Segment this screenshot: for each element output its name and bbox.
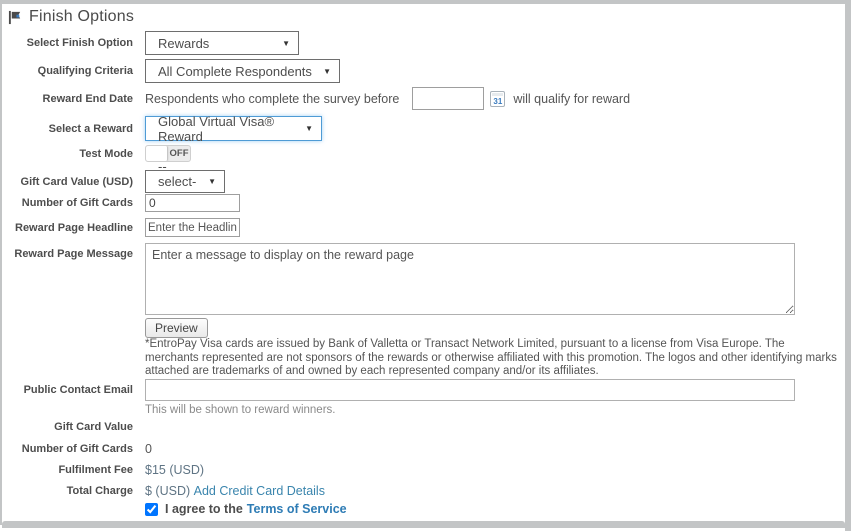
row-public-contact-email: Public Contact Email This will be shown … <box>2 379 841 416</box>
reward-page-headline-input[interactable] <box>145 218 240 237</box>
summary-number-of-gift-cards-label: Number of Gift Cards <box>2 443 133 455</box>
reward-page-message-label: Reward Page Message <box>2 243 133 260</box>
row-gift-card-value: Gift Card Value (USD) --select-- ▼ <box>2 170 841 193</box>
flag-icon <box>8 10 23 25</box>
select-a-reward-label: Select a Reward <box>2 123 133 135</box>
fulfilment-fee-label: Fulfilment Fee <box>2 464 133 476</box>
reward-page-message-textarea[interactable] <box>145 243 795 315</box>
row-select-a-reward: Select a Reward Global Virtual Visa® Rew… <box>2 116 841 141</box>
select-a-reward-dropdown[interactable]: Global Virtual Visa® Reward ▼ <box>145 116 322 141</box>
qualifying-criteria-dropdown[interactable]: All Complete Respondents ▼ <box>145 59 340 83</box>
row-total-charge: Total Charge $ (USD) Add Credit Card Det… <box>2 484 841 498</box>
reward-end-date-suffix: will qualify for reward <box>513 92 630 106</box>
page-header: Finish Options <box>8 8 134 26</box>
horizontal-scrollbar[interactable] <box>2 521 845 528</box>
terms-agreement-checkbox[interactable] <box>145 503 158 516</box>
number-of-gift-cards-input[interactable] <box>145 194 240 212</box>
chevron-down-icon: ▼ <box>323 67 331 76</box>
reward-page-headline-label: Reward Page Headline <box>2 222 133 234</box>
finish-options-panel: Finish Options Select Finish Option Rewa… <box>0 0 851 531</box>
row-preview: Preview <box>2 318 841 338</box>
row-reward-page-message: Reward Page Message <box>2 243 841 315</box>
total-charge-label: Total Charge <box>2 485 133 497</box>
chevron-down-icon: ▼ <box>282 39 290 48</box>
select-finish-option-value: Rewards <box>158 36 209 51</box>
row-test-mode: Test Mode OFF <box>2 145 841 162</box>
select-finish-option-label: Select Finish Option <box>2 37 133 49</box>
chevron-down-icon: ▼ <box>208 177 216 186</box>
public-contact-email-input[interactable] <box>145 379 795 401</box>
agreement-text: I agree to the <box>165 502 243 516</box>
frame-border-top <box>0 0 851 4</box>
row-reward-end-date: Reward End Date Respondents who complete… <box>2 87 841 110</box>
summary-number-of-gift-cards: 0 <box>145 442 152 456</box>
row-number-of-gift-cards: Number of Gift Cards <box>2 194 841 212</box>
summary-gift-card-value-label: Gift Card Value <box>2 421 133 433</box>
row-qualifying-criteria: Qualifying Criteria All Complete Respond… <box>2 59 841 83</box>
calendar-icon[interactable]: 31 <box>490 91 505 107</box>
gift-card-value-dropdown[interactable]: --select-- ▼ <box>145 170 225 193</box>
row-summary-number-of-gift-cards: Number of Gift Cards 0 <box>2 442 841 456</box>
row-reward-page-headline: Reward Page Headline <box>2 218 841 237</box>
add-credit-card-details-link[interactable]: Add Credit Card Details <box>194 484 325 498</box>
entropay-disclaimer-text: *EntroPay Visa cards are issued by Bank … <box>145 338 841 379</box>
reward-end-date-label: Reward End Date <box>2 93 133 105</box>
public-contact-email-helper: This will be shown to reward winners. <box>145 404 795 416</box>
vertical-scrollbar[interactable] <box>845 0 851 531</box>
select-a-reward-value: Global Virtual Visa® Reward <box>158 114 295 144</box>
row-fulfilment-fee: Fulfilment Fee $15 (USD) <box>2 463 841 477</box>
preview-button[interactable]: Preview <box>145 318 208 338</box>
reward-end-date-input[interactable] <box>412 87 484 110</box>
row-disclaimer: *EntroPay Visa cards are issued by Bank … <box>2 338 841 379</box>
qualifying-criteria-label: Qualifying Criteria <box>2 65 133 77</box>
fulfilment-fee-value: $15 (USD) <box>145 463 204 477</box>
row-agreement: I agree to the Terms of Service <box>2 502 841 516</box>
frame-border-left <box>0 0 2 525</box>
number-of-gift-cards-label: Number of Gift Cards <box>2 197 133 209</box>
test-mode-label: Test Mode <box>2 148 133 160</box>
gift-card-value-label: Gift Card Value (USD) <box>2 176 133 188</box>
reward-end-date-prefix: Respondents who complete the survey befo… <box>145 92 399 106</box>
public-contact-email-label: Public Contact Email <box>2 379 133 396</box>
row-summary-gift-card-value: Gift Card Value <box>2 421 841 433</box>
chevron-down-icon: ▼ <box>305 124 313 133</box>
page-title: Finish Options <box>29 8 134 26</box>
total-charge-value: $ (USD) <box>145 484 190 498</box>
select-finish-option-dropdown[interactable]: Rewards ▼ <box>145 31 299 55</box>
row-select-finish-option: Select Finish Option Rewards ▼ <box>2 31 841 55</box>
terms-of-service-link[interactable]: Terms of Service <box>247 502 347 516</box>
qualifying-criteria-value: All Complete Respondents <box>158 64 312 79</box>
